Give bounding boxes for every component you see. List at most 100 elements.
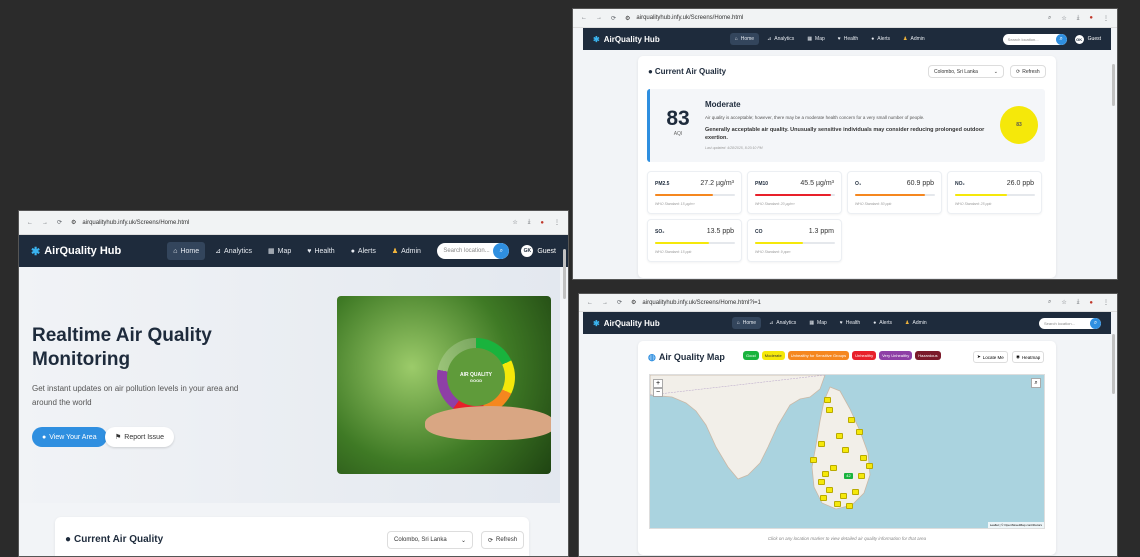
aqi-marker[interactable]: [818, 441, 825, 447]
back-icon[interactable]: ←: [587, 300, 593, 306]
aqi-marker[interactable]: [842, 447, 849, 453]
download-icon[interactable]: ⤓: [1077, 15, 1080, 22]
reload-icon[interactable]: ⟳: [57, 219, 62, 226]
search-box[interactable]: Search location... ⌕: [1002, 33, 1067, 45]
site-info-icon[interactable]: ⚙: [631, 299, 636, 306]
map-view[interactable]: + − ⌕ 42 Leaflet | © OpenStreetMap contr…: [649, 374, 1045, 529]
aqi-marker[interactable]: [858, 473, 865, 479]
user-menu[interactable]: GK Guest: [521, 245, 556, 257]
address-bar[interactable]: ⚙ airqualityhub.infy.uk/Screens/Home.html: [625, 15, 1039, 22]
location-select[interactable]: Colombo, Sri Lanka ⌄: [928, 65, 1004, 78]
aqi-marker[interactable]: [860, 455, 867, 461]
locate-me-button[interactable]: ➤ Locate Me: [973, 351, 1008, 363]
scrollbar[interactable]: [563, 249, 566, 299]
aqi-marker[interactable]: [866, 463, 873, 469]
menu-dots-icon[interactable]: ⋮: [1103, 299, 1109, 306]
site-info-icon[interactable]: ⚙: [625, 15, 630, 22]
zoom-out-button[interactable]: −: [653, 388, 663, 397]
aqi-marker[interactable]: [840, 493, 847, 499]
location-select[interactable]: Colombo, Sri Lanka ⌄: [387, 531, 473, 549]
view-your-area-button[interactable]: ● View Your Area: [32, 427, 107, 447]
search-box[interactable]: Search location... ⌕: [1039, 317, 1101, 329]
nav-admin[interactable]: ♟ Admin: [898, 33, 930, 45]
nav-home[interactable]: ⌂ Home: [729, 33, 760, 45]
nav-map[interactable]: ▦ Map: [802, 33, 829, 45]
download-icon[interactable]: ⤓: [528, 219, 531, 226]
forward-icon[interactable]: →: [596, 15, 602, 21]
zoom-icon[interactable]: ⌕: [1048, 299, 1051, 306]
profile-icon[interactable]: ●: [1089, 15, 1093, 21]
nav-admin[interactable]: ♟ Admin: [386, 242, 427, 260]
user-menu[interactable]: GK Guest: [1074, 34, 1101, 44]
search-input[interactable]: Search location...: [1044, 321, 1090, 326]
search-box[interactable]: Search location... ⌕: [437, 243, 510, 259]
bookmark-star-icon[interactable]: ☆: [1061, 15, 1066, 22]
address-bar[interactable]: ⚙ airqualityhub.infy.uk/Screens/Home.html…: [631, 299, 1039, 307]
address-bar[interactable]: ⚙ airqualityhub.infy.uk/Screens/Home.html: [71, 219, 503, 227]
nav-analytics[interactable]: ⊿ Analytics: [764, 317, 801, 329]
brand[interactable]: ✱ AirQuality Hub: [593, 319, 660, 328]
aqi-marker[interactable]: [846, 503, 853, 509]
aqi-marker[interactable]: [822, 471, 829, 477]
nav-analytics[interactable]: ⊿ Analytics: [762, 33, 799, 45]
nav-home[interactable]: ⌂ Home: [167, 242, 206, 260]
scrollbar[interactable]: [1112, 334, 1115, 394]
aqi-marker[interactable]: [818, 479, 825, 485]
nav-alerts[interactable]: ● Alerts: [868, 317, 897, 329]
nav-health[interactable]: ♥ Health: [301, 242, 340, 260]
aqi-marker[interactable]: [852, 489, 859, 495]
aqi-marker[interactable]: [826, 487, 833, 493]
aqi-marker[interactable]: [830, 465, 837, 471]
nav-map[interactable]: ▦ Map: [262, 242, 297, 260]
reload-icon[interactable]: ⟳: [611, 15, 616, 22]
brand[interactable]: ✱ AirQuality Hub: [31, 245, 121, 258]
nav-alerts[interactable]: ● Alerts: [866, 33, 895, 45]
report-issue-button[interactable]: ⚑ Report Issue: [105, 427, 174, 447]
aqi-marker[interactable]: [834, 501, 841, 507]
search-input[interactable]: Search location...: [443, 248, 493, 254]
back-icon[interactable]: ←: [581, 15, 587, 21]
search-icon[interactable]: ⌕: [1055, 33, 1067, 45]
bookmark-star-icon[interactable]: ☆: [512, 219, 517, 226]
users-icon: ♟: [391, 248, 399, 255]
heatmap-button[interactable]: ◉ Heatmap: [1012, 351, 1045, 363]
aqi-marker[interactable]: [824, 397, 831, 403]
menu-dots-icon[interactable]: ⋮: [554, 219, 560, 226]
map-attribution[interactable]: Leaflet | © OpenStreetMap contributors: [987, 522, 1044, 528]
nav-health[interactable]: ♥ Health: [833, 33, 863, 45]
aqi-marker[interactable]: [826, 407, 833, 413]
bookmark-star-icon[interactable]: ☆: [1061, 299, 1066, 306]
refresh-button[interactable]: ⟳ Refresh: [481, 531, 525, 549]
search-input[interactable]: Search location...: [1008, 37, 1056, 42]
reload-icon[interactable]: ⟳: [617, 299, 622, 306]
forward-icon[interactable]: →: [602, 300, 608, 306]
aqi-marker[interactable]: [836, 433, 843, 439]
scrollbar[interactable]: [1112, 64, 1115, 106]
profile-icon[interactable]: ●: [540, 220, 544, 226]
refresh-button[interactable]: ⟳ Refresh: [1010, 65, 1046, 78]
aqi-marker[interactable]: [820, 495, 827, 501]
zoom-in-button[interactable]: +: [653, 379, 663, 388]
aqi-marker[interactable]: [810, 457, 817, 463]
forward-icon[interactable]: →: [42, 220, 48, 226]
search-icon[interactable]: ⌕: [493, 243, 510, 259]
menu-dots-icon[interactable]: ⋮: [1103, 15, 1109, 22]
aqi-marker[interactable]: [856, 429, 863, 435]
zoom-icon[interactable]: ⌕: [1048, 15, 1051, 22]
brand[interactable]: ✱ AirQuality Hub: [593, 35, 660, 44]
nav-alerts[interactable]: ● Alerts: [345, 242, 382, 260]
profile-icon[interactable]: ●: [1089, 300, 1093, 306]
center-marker[interactable]: 42: [844, 473, 853, 479]
nav-analytics[interactable]: ⊿ Analytics: [209, 242, 258, 260]
nav-home[interactable]: ⌂ Home: [731, 317, 762, 329]
back-icon[interactable]: ←: [27, 220, 33, 226]
site-info-icon[interactable]: ⚙: [71, 219, 76, 226]
bell-icon: ●: [350, 247, 355, 255]
nav-map[interactable]: ▦ Map: [804, 317, 831, 329]
aqi-marker[interactable]: [848, 417, 855, 423]
search-icon[interactable]: ⌕: [1090, 317, 1101, 329]
download-icon[interactable]: ⤓: [1077, 299, 1080, 306]
nav-admin[interactable]: ♟ Admin: [900, 317, 932, 329]
map-search-icon[interactable]: ⌕: [1031, 378, 1041, 388]
nav-health[interactable]: ♥ Health: [835, 317, 865, 329]
